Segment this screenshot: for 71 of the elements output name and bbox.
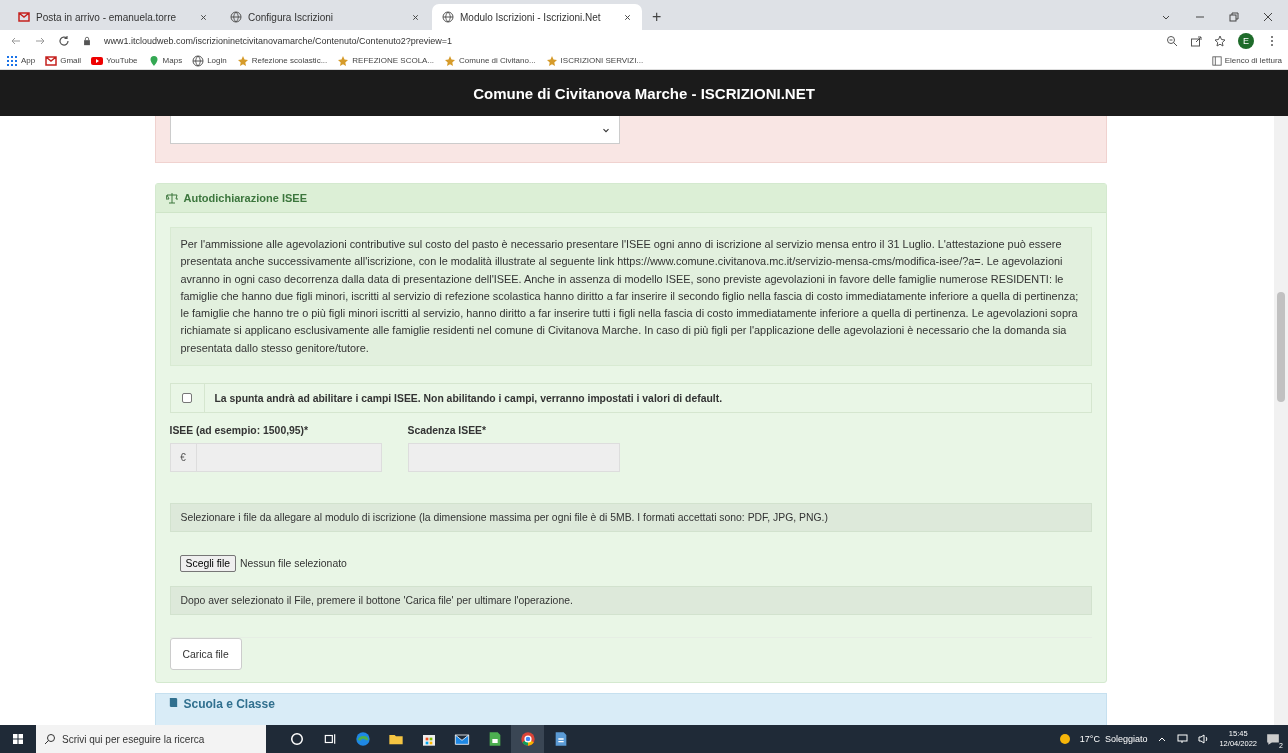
- currency-addon: €: [169, 443, 196, 473]
- file-status: Nessun file selezionato: [240, 558, 347, 570]
- info-note: Dopo aver selezionato il File, premere il bottone 'Carica file' per ultimare l'operazione.: [169, 586, 1092, 616]
- share-icon[interactable]: [1190, 35, 1202, 47]
- sun-icon: [1058, 733, 1071, 745]
- restore-icon[interactable]: [1228, 11, 1240, 23]
- book-icon: [167, 697, 179, 709]
- scales-icon: [165, 192, 178, 204]
- envelope-icon: [45, 54, 58, 67]
- bookmark-link[interactable]: Refezione scolastic...: [236, 54, 328, 67]
- browser-tab[interactable]: Configura Iscrizioni: [220, 4, 430, 30]
- bookmark-link[interactable]: Comune di Civitano...: [444, 54, 536, 67]
- play-icon: [91, 54, 104, 67]
- bookmark-link[interactable]: Login: [192, 54, 227, 67]
- weather-text[interactable]: 17°C Soleggiato: [1079, 734, 1148, 744]
- back-arrow-icon[interactable]: [10, 35, 22, 47]
- envelope-icon: [18, 11, 30, 23]
- map-pin-icon: [147, 54, 160, 67]
- globe-icon: [192, 54, 205, 67]
- close-icon[interactable]: [623, 12, 632, 22]
- star-icon[interactable]: [1214, 35, 1226, 47]
- close-icon[interactable]: [411, 12, 420, 22]
- info-text: Per l'ammissione alle agevolazioni contributive sul costo del pasto è necessario presentare l'ISEE ogni anno di iscrizione al servizio mensa entro il 31 Luglio. L'attestazione può essere presentata anche successivamente all'iscrizione, con le modalità illustrate al seguente link https://www.comune.civitanova.mc.it/servizio-mensa-cms/modifica-isee/?a=. Le agevolazioni avranno in ogni caso decorrenza dalla data di presentazione dell'ISEE. Anche in assenza di modello ISEE, sono previste agevolazioni in favore delle famiglie numerose RESIDENTI: le famiglie che hanno due figli minori, iscritti al servizio di refezione scolastica hanno diritto a far inserire il secondo figlio nella fascia di costo immediatamente inferiore a quella di pertinenza; le famiglie che hanno tre o più figli minori iscritti al servizio, hanno diritto a far inserire tutti i figli nella fascia di costo immediatamente inferiore a quella di pertinenza. Le agevolazioni sopra richiamate si applicano esclusivamente alle famiglie residenti nel comune di Civitanova Marche. In caso di più figli per l'applicazione delle agevolazioni è necessario che la domanda sia presentata dallo stesso genitore/tutore.: [169, 227, 1092, 367]
- bookmark-link[interactable]: ISCRIZIONI SERVIZI...: [545, 54, 644, 67]
- notification-icon[interactable]: [1266, 732, 1280, 746]
- network-icon[interactable]: [1177, 733, 1190, 745]
- choose-file-button[interactable]: Scegli file: [179, 555, 236, 573]
- envelope-icon: [453, 731, 470, 747]
- lock-icon: [82, 36, 92, 46]
- close-icon[interactable]: [1262, 11, 1274, 23]
- list-icon: [1211, 55, 1222, 66]
- bookmark-link[interactable]: REFEZIONE SCOLA...: [337, 54, 435, 67]
- task-view-icon: [322, 732, 337, 746]
- taskbar-app[interactable]: [511, 725, 544, 753]
- info-note: Selezionare i file da allegare al modulo di iscrizione (la dimensione massima per ogni file è di 5MB. I formati accettati sono: PDF, JPG, PNG.): [169, 503, 1092, 533]
- reload-icon[interactable]: [58, 35, 70, 47]
- upload-button[interactable]: Carica file: [169, 638, 242, 671]
- browser-tab[interactable]: Posta in arrivo - emanuela.torre: [8, 4, 218, 30]
- star-badge-icon: [444, 54, 457, 67]
- field-label: ISEE (ad esempio: 1500,95)*: [169, 425, 310, 437]
- bookmark-link[interactable]: Gmail: [45, 54, 82, 67]
- new-tab-button[interactable]: +: [652, 8, 662, 26]
- bookmark-link[interactable]: YouTube: [91, 54, 138, 67]
- windows-icon: [12, 733, 24, 745]
- globe-icon: [230, 11, 242, 23]
- wave-logo-icon: [354, 731, 371, 747]
- url-field[interactable]: www1.itcloudweb.com/iscrizioninetcivitanovamarche/Contenuto/Contenuto2?preview=1: [104, 36, 1154, 46]
- scrollbar-thumb[interactable]: [1277, 292, 1285, 402]
- panel-title: Autodichiarazione ISEE: [183, 192, 307, 204]
- bookmark-link[interactable]: Maps: [147, 54, 183, 67]
- taskbar-search-field[interactable]: Scrivi qui per eseguire la ricerca: [36, 725, 266, 753]
- checkbox-label: La spunta andrà ad abilitare i campi ISEE. Non abilitando i campi, verranno impostati i valori di default.: [213, 392, 723, 404]
- panel-title: Scuola e Classe: [183, 697, 275, 712]
- search-icon: [44, 733, 56, 745]
- grid-icon: [6, 54, 18, 67]
- tricolor-circle-icon: [519, 731, 536, 747]
- forward-arrow-icon[interactable]: [34, 35, 46, 47]
- globe-icon: [442, 11, 454, 23]
- browser-tab[interactable]: Modulo Iscrizioni - Iscrizioni.Net: [432, 4, 642, 30]
- field-label: Scadenza ISEE*: [407, 425, 488, 437]
- star-badge-icon: [337, 54, 350, 67]
- circle-icon: [289, 732, 304, 746]
- star-badge-icon: [236, 54, 249, 67]
- site-header: Comune di Civitanova Marche - ISCRIZIONI.NET: [0, 70, 1288, 116]
- checkbox[interactable]: [182, 393, 192, 404]
- zoom-icon[interactable]: [1166, 35, 1178, 47]
- reading-list-button[interactable]: Elenco di lettura: [1211, 55, 1282, 66]
- profile-avatar[interactable]: E: [1238, 33, 1254, 49]
- bookmark-link[interactable]: App: [6, 54, 36, 67]
- close-icon[interactable]: [199, 12, 208, 22]
- star-badge-icon: [545, 54, 558, 67]
